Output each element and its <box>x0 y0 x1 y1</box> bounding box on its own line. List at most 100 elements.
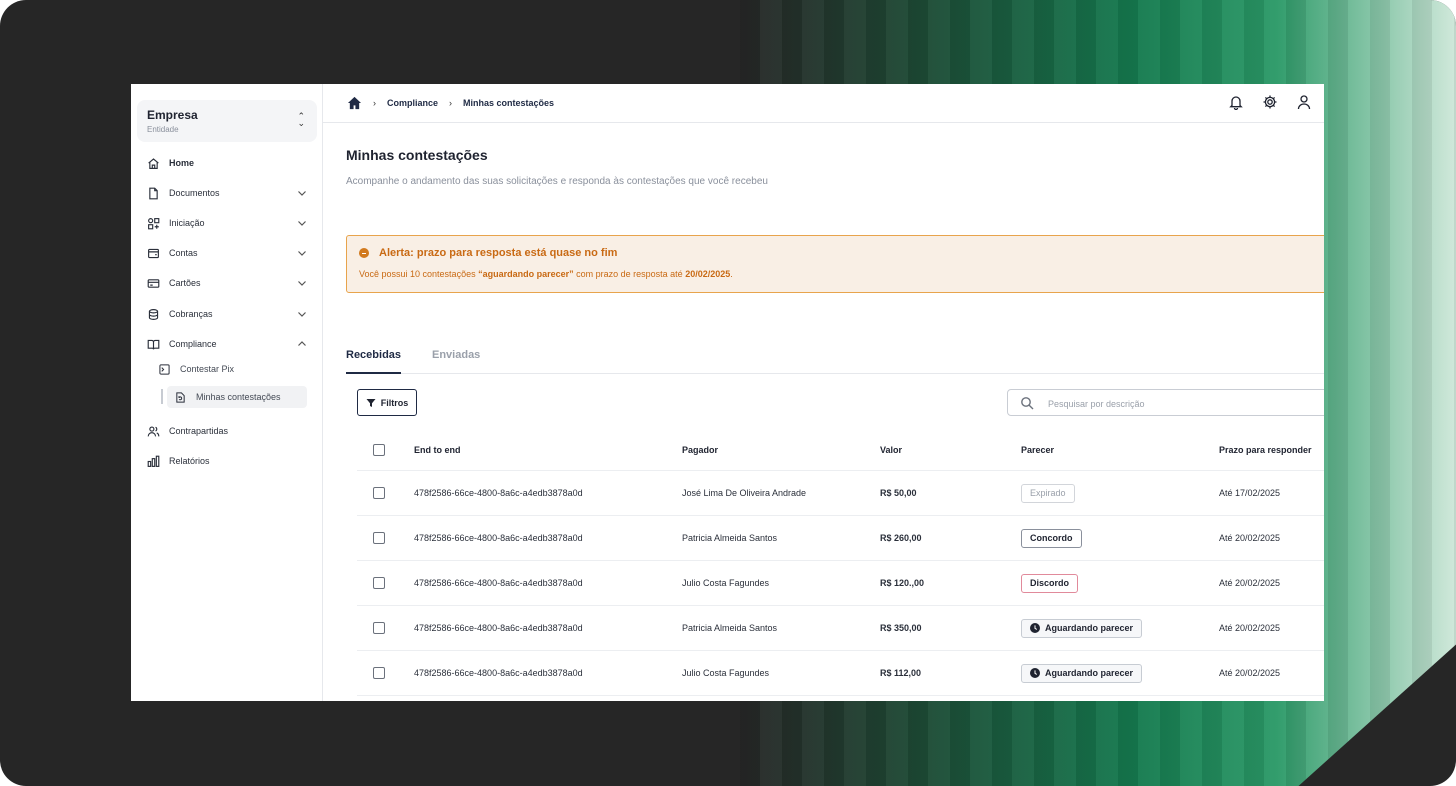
search-icon <box>1021 397 1034 410</box>
clock-icon <box>1030 668 1040 678</box>
alert-msg-prefix: Você possui 10 contestações <box>359 269 479 279</box>
cell-valor: R$ 112,00 <box>880 650 1021 696</box>
cell-valor: R$ 350,00 <box>880 605 1021 651</box>
row-checkbox[interactable] <box>373 577 385 589</box>
sidebar-subitem-minhas-contestacoes[interactable]: Minhas contestações <box>175 387 281 407</box>
tab-bar: Recebidas Enviadas <box>346 346 1324 374</box>
cell-parecer: Concordo <box>1021 515 1219 561</box>
bell-icon[interactable] <box>1228 94 1244 110</box>
row-checkbox[interactable] <box>373 622 385 634</box>
filter-button-label: Filtros <box>380 397 409 408</box>
alert-title: Alerta: prazo para resposta está quase n… <box>359 247 617 259</box>
alert-msg-middle: com prazo de resposta até <box>573 269 686 279</box>
app-window: Empresa Entidade ⌃ ⌄ Home Documentos Inic… <box>131 84 1324 701</box>
cell-prazo: Até 20/02/2025 <box>1219 650 1324 696</box>
column-header-end-to-end[interactable]: End to end <box>414 430 682 471</box>
cell-valor: R$ 120.,00 <box>880 560 1021 606</box>
sidebar-subitem-label: Minhas contestações <box>196 392 281 402</box>
cell-parecer: Discordo <box>1021 560 1219 606</box>
sidebar-item-label: Cartões <box>169 278 201 288</box>
sidebar-item-compliance[interactable]: Compliance <box>147 334 307 354</box>
chevron-up-icon <box>298 341 306 346</box>
row-select-cell <box>357 650 414 696</box>
select-all-checkbox[interactable] <box>373 444 385 456</box>
breadcrumb-current: Minhas contestações <box>463 98 555 108</box>
cell-end-to-end: 478f2586-66ce-4800-8a6c-a4edb3878a0d <box>414 560 682 606</box>
cell-parecer: Expirado <box>1021 470 1219 516</box>
company-switcher[interactable]: Empresa Entidade ⌃ ⌄ <box>137 100 317 142</box>
breadcrumb-separator: › <box>373 98 376 108</box>
column-header-valor[interactable]: Valor <box>880 430 1021 471</box>
book-icon <box>147 339 160 349</box>
coins-icon <box>148 308 159 320</box>
gear-icon[interactable] <box>1262 94 1278 110</box>
cell-valor: R$ 260,00 <box>880 515 1021 561</box>
document-icon <box>149 187 158 199</box>
cell-pagador: Julio Costa Fagundes <box>682 650 880 696</box>
company-subtitle: Entidade <box>147 125 179 134</box>
active-subitem-indicator <box>161 389 163 404</box>
alert-msg-status: “aguardando parecer” <box>478 269 574 279</box>
sidebar-item-label: Contrapartidas <box>169 426 229 436</box>
cell-end-to-end: 478f2586-66ce-4800-8a6c-a4edb3878a0d <box>414 650 682 696</box>
chevron-down-icon <box>298 221 306 226</box>
table-row[interactable]: 478f2586-66ce-4800-8a6c-a4edb3878a0d Pat… <box>357 605 1324 651</box>
sidebar-item-label: Compliance <box>169 339 217 349</box>
sidebar-item-contrapartidas[interactable]: Contrapartidas <box>147 421 307 441</box>
search-input[interactable] <box>1046 394 1310 413</box>
chevron-down-icon <box>298 281 306 286</box>
breadcrumb-compliance[interactable]: Compliance <box>387 98 438 108</box>
cell-end-to-end: 478f2586-66ce-4800-8a6c-a4edb3878a0d <box>414 470 682 516</box>
cell-end-to-end: 478f2586-66ce-4800-8a6c-a4edb3878a0d <box>414 515 682 561</box>
tab-enviadas[interactable]: Enviadas <box>432 349 480 361</box>
row-checkbox[interactable] <box>373 487 385 499</box>
column-header-prazo[interactable]: Prazo para responder <box>1219 430 1324 471</box>
cell-pagador: José Lima De Oliveira Andrade <box>682 470 880 516</box>
cell-end-to-end: 478f2586-66ce-4800-8a6c-a4edb3878a0d <box>414 605 682 651</box>
sidebar-item-documentos[interactable]: Documentos <box>147 183 307 203</box>
table-row[interactable]: 478f2586-66ce-4800-8a6c-a4edb3878a0d Jul… <box>357 560 1324 606</box>
sidebar-subitem-contestar-pix[interactable]: Contestar Pix <box>159 359 234 379</box>
contestations-table: End to end Pagador Valor Parecer Prazo p… <box>357 430 1324 696</box>
column-header-pagador[interactable]: Pagador <box>682 430 880 471</box>
sidebar-item-cartoes[interactable]: Cartões <box>147 273 307 293</box>
breadcrumb: › Compliance › Minhas contestações <box>347 96 554 110</box>
company-name: Empresa <box>147 108 198 122</box>
table-row[interactable]: 478f2586-66ce-4800-8a6c-a4edb3878a0d Pat… <box>357 515 1324 561</box>
row-select-cell <box>357 605 414 651</box>
sidebar-item-cobrancas[interactable]: Cobranças <box>147 304 307 324</box>
row-select-cell <box>357 560 414 606</box>
wallet-icon <box>148 248 159 258</box>
filter-icon <box>366 398 376 407</box>
sidebar-item-home[interactable]: Home <box>147 153 307 173</box>
sidebar-subitem-label: Contestar Pix <box>180 364 235 374</box>
sidebar-item-relatorios[interactable]: Relatórios <box>147 451 307 471</box>
cell-parecer: Aguardando parecer <box>1021 650 1219 696</box>
filter-button[interactable]: Filtros <box>357 389 417 416</box>
sidebar-item-contas[interactable]: Contas <box>147 243 307 263</box>
deadline-alert: Alerta: prazo para resposta está quase n… <box>346 235 1324 293</box>
sidebar-item-iniciacao[interactable]: Iniciação <box>147 213 307 233</box>
sidebar-item-label: Relatórios <box>169 456 210 466</box>
sidebar-item-label: Contas <box>169 248 198 258</box>
clock-icon <box>1030 623 1040 633</box>
users-icon <box>147 425 160 436</box>
sidebar-item-label: Documentos <box>169 188 220 198</box>
row-checkbox[interactable] <box>373 532 385 544</box>
column-header-parecer[interactable]: Parecer <box>1021 430 1219 471</box>
table-row[interactable]: 478f2586-66ce-4800-8a6c-a4edb3878a0d Jos… <box>357 470 1324 516</box>
cell-pagador: Julio Costa Fagundes <box>682 560 880 606</box>
row-select-cell <box>357 515 414 561</box>
top-bar: › Compliance › Minhas contestações <box>323 84 1324 123</box>
status-badge: Aguardando parecer <box>1021 663 1143 683</box>
alert-message: Você possui 10 contestações “aguardando … <box>359 269 733 279</box>
search-box <box>1007 389 1324 416</box>
cell-parecer: Aguardando parecer <box>1021 605 1219 651</box>
table-row[interactable]: 478f2586-66ce-4800-8a6c-a4edb3878a0d Jul… <box>357 650 1324 696</box>
user-icon[interactable] <box>1296 94 1312 110</box>
home-icon[interactable] <box>347 96 362 110</box>
row-checkbox[interactable] <box>373 667 385 679</box>
page-title: Minhas contestações <box>346 147 488 163</box>
tab-recebidas[interactable]: Recebidas <box>346 349 402 374</box>
chevron-down-icon <box>298 312 306 317</box>
